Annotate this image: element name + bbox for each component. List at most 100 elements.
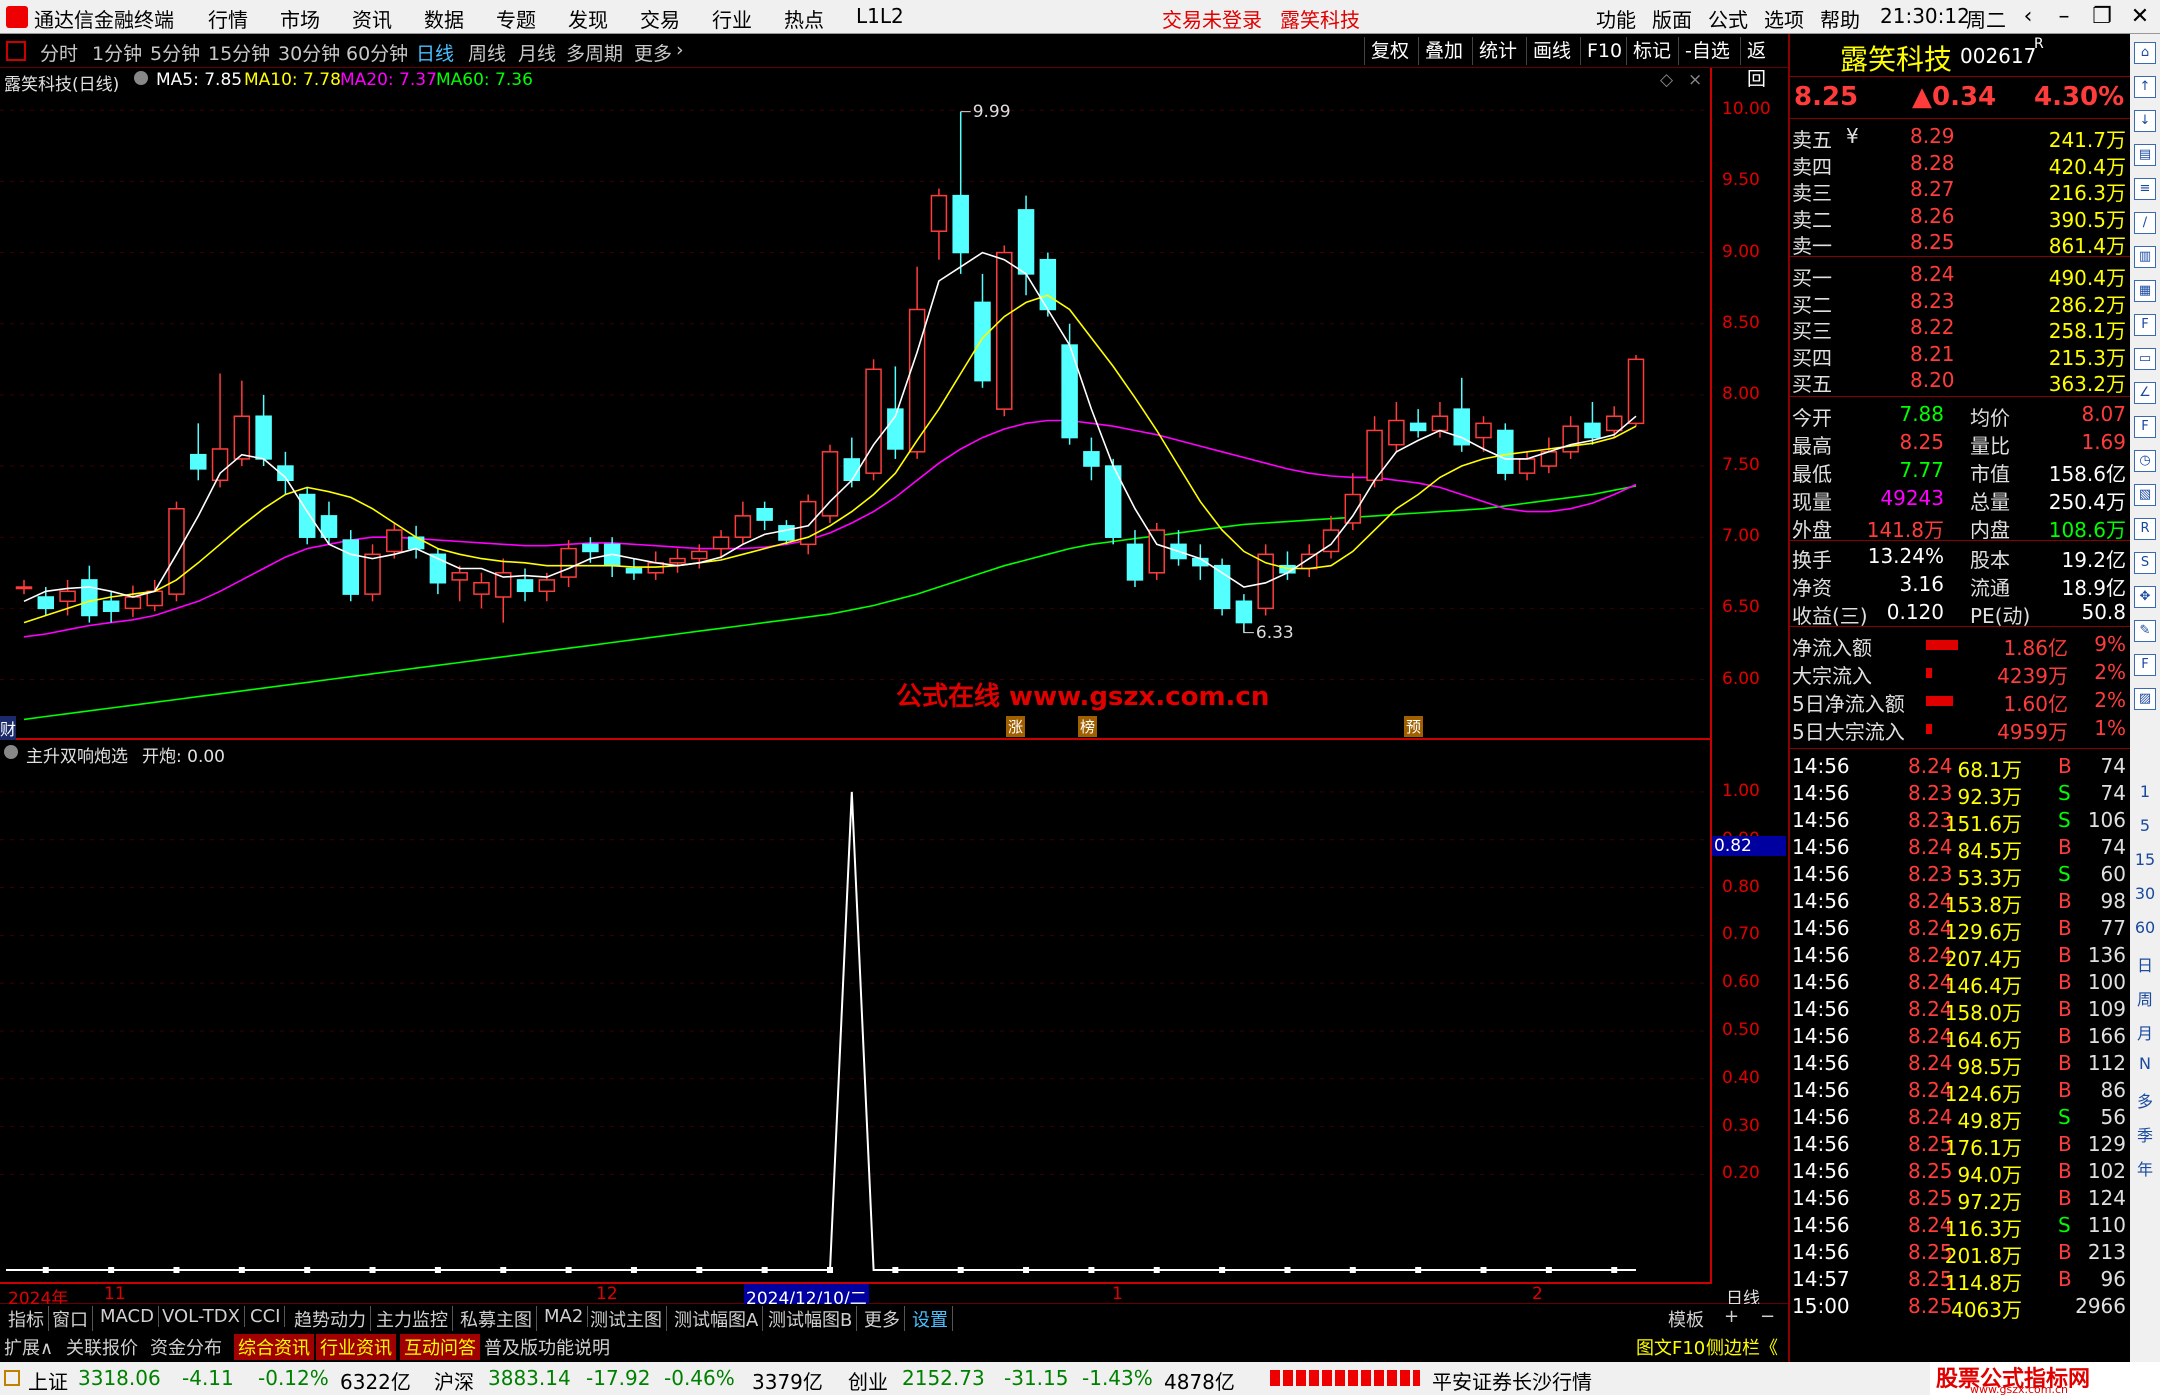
side-period-周[interactable]: 周	[2134, 986, 2156, 1010]
info-tab[interactable]: 普及版功能说明	[484, 1334, 610, 1360]
indicator-tab[interactable]: VOL-TDX	[158, 1306, 245, 1327]
candle-up[interactable]	[734, 515, 752, 538]
candle-down[interactable]	[81, 579, 98, 617]
menu-topics[interactable]: 专题	[496, 4, 536, 33]
candle-up[interactable]	[386, 529, 403, 553]
clock-icon[interactable]: ◷	[2134, 450, 2156, 472]
login-status[interactable]: 交易未登录	[1162, 4, 1262, 33]
candle-down[interactable]	[778, 525, 795, 541]
settings-dot-icon[interactable]	[134, 71, 148, 85]
period-fenshi[interactable]: 分时	[40, 39, 78, 66]
menu-trade[interactable]: 交易	[640, 4, 680, 33]
side-period-年[interactable]: 年	[2134, 1156, 2156, 1180]
btn-draw[interactable]: 画线	[1526, 37, 1577, 65]
menu-discover[interactable]: 发现	[568, 4, 608, 33]
menu-market[interactable]: 行情	[208, 4, 248, 33]
candle-up[interactable]	[59, 590, 76, 603]
candle-up[interactable]	[930, 194, 948, 232]
period-15min[interactable]: 15分钟	[208, 39, 270, 66]
info-tab[interactable]: 资金分布	[150, 1334, 222, 1360]
candle-up[interactable]	[1431, 415, 1449, 432]
status-menu-icon[interactable]	[4, 1370, 20, 1386]
period-60min[interactable]: 60分钟	[346, 39, 408, 66]
side-period-N[interactable]: N	[2134, 1054, 2156, 1073]
menu-news[interactable]: 资讯	[352, 4, 392, 33]
s-icon[interactable]: S	[2134, 552, 2156, 574]
menu-markets[interactable]: 市场	[280, 4, 320, 33]
candle-down[interactable]	[1235, 600, 1253, 624]
candle-up[interactable]	[451, 572, 468, 581]
side-period-1[interactable]: 1	[2134, 782, 2156, 801]
up-icon[interactable]: ↑	[2134, 76, 2156, 98]
rsi-icon[interactable]: R	[2134, 518, 2156, 540]
kline-svg[interactable]	[0, 68, 1712, 740]
chart4-icon[interactable]: ▨	[2134, 688, 2156, 710]
kline-chart[interactable]: 10.00 9.50 9.00 8.50 8.00 7.50 7.00 6.50 6.00 露笑…	[0, 68, 1771, 740]
candle-down[interactable]	[342, 539, 360, 595]
fs-icon[interactable]: F	[2134, 654, 2156, 676]
candle-down[interactable]	[255, 415, 272, 460]
idx-sh-name[interactable]: 上证	[28, 1366, 68, 1395]
indicator-settings-icon[interactable]	[4, 745, 18, 759]
close-pane-icon[interactable]: ×	[1688, 70, 1702, 90]
side-period-5[interactable]: 5	[2134, 816, 2156, 835]
candle-down[interactable]	[1083, 451, 1100, 467]
candle-down[interactable]	[298, 493, 316, 538]
candle-up[interactable]	[1475, 422, 1492, 439]
candle-up[interactable]	[211, 448, 229, 482]
pen-icon[interactable]: ✎	[2134, 620, 2156, 642]
menu-help[interactable]: 帮助	[1820, 4, 1860, 33]
candle-up[interactable]	[538, 579, 556, 593]
indicator-svg[interactable]	[0, 740, 1712, 1284]
bar-icon[interactable]: ▥	[2134, 246, 2156, 268]
candle-down[interactable]	[516, 579, 534, 593]
side-period-日[interactable]: 日	[2134, 952, 2156, 976]
move-icon[interactable]: ✥	[2134, 586, 2156, 608]
indicator-tab[interactable]: CCI	[246, 1306, 286, 1327]
marker-yu[interactable]: 预	[1404, 716, 1424, 737]
side-period-60[interactable]: 60	[2134, 918, 2156, 937]
menu-function[interactable]: 功能	[1596, 4, 1636, 33]
indicator-tab[interactable]: 测试幅图A	[670, 1306, 764, 1332]
candle-down[interactable]	[320, 515, 338, 538]
indicator-tab[interactable]: 设置	[908, 1306, 953, 1332]
candle-down[interactable]	[37, 596, 55, 610]
period-30min[interactable]: 30分钟	[278, 39, 340, 66]
btn-f10[interactable]: F10	[1580, 37, 1628, 65]
info-tab[interactable]: 关联报价	[66, 1334, 138, 1360]
indicator-tab[interactable]: 指标	[4, 1306, 49, 1332]
info-tab[interactable]: 互动问答	[400, 1334, 480, 1360]
chart3-icon[interactable]: ▧	[2134, 484, 2156, 506]
candle-down[interactable]	[974, 301, 991, 382]
toolbar-menu-icon[interactable]	[6, 41, 26, 61]
indicator-tab[interactable]: 更多	[860, 1306, 905, 1332]
candle-down[interactable]	[843, 458, 861, 482]
candle-down[interactable]	[190, 453, 207, 470]
chart-icon[interactable]: ▤	[2134, 144, 2156, 166]
candle-up[interactable]	[1627, 358, 1645, 425]
diamond-icon[interactable]: ◇	[1660, 70, 1673, 90]
candle-down[interactable]	[1409, 422, 1427, 432]
candle-down[interactable]	[582, 543, 599, 553]
menu-hot[interactable]: 热点	[784, 4, 824, 33]
candle-down[interactable]	[1126, 543, 1144, 581]
indicator-tab[interactable]: 主力监控	[372, 1306, 453, 1332]
period-1min[interactable]: 1分钟	[92, 39, 142, 66]
info-tab[interactable]: 行业资讯	[316, 1334, 396, 1360]
candle-down[interactable]	[1497, 429, 1514, 474]
candle-up[interactable]	[865, 368, 882, 474]
menu-industry[interactable]: 行业	[712, 4, 752, 33]
period-multi[interactable]: 多周期	[566, 39, 623, 66]
side-period-季[interactable]: 季	[2134, 1122, 2156, 1146]
indicator-tab[interactable]: 窗口	[48, 1306, 93, 1332]
indicator-tab[interactable]: 测试幅图B	[764, 1306, 858, 1332]
finance-marker[interactable]: 财	[0, 716, 17, 740]
indicator-tab[interactable]: 私募主图	[456, 1306, 537, 1332]
down-icon[interactable]: ↓	[2134, 110, 2156, 132]
candle-up[interactable]	[712, 536, 730, 550]
chart2-icon[interactable]: ∠	[2134, 382, 2156, 404]
list-icon[interactable]: ≡	[2134, 178, 2156, 200]
candle-up[interactable]	[1605, 415, 1623, 432]
candle-up[interactable]	[364, 553, 381, 595]
restore-icon[interactable]: ❐	[2084, 2, 2120, 32]
